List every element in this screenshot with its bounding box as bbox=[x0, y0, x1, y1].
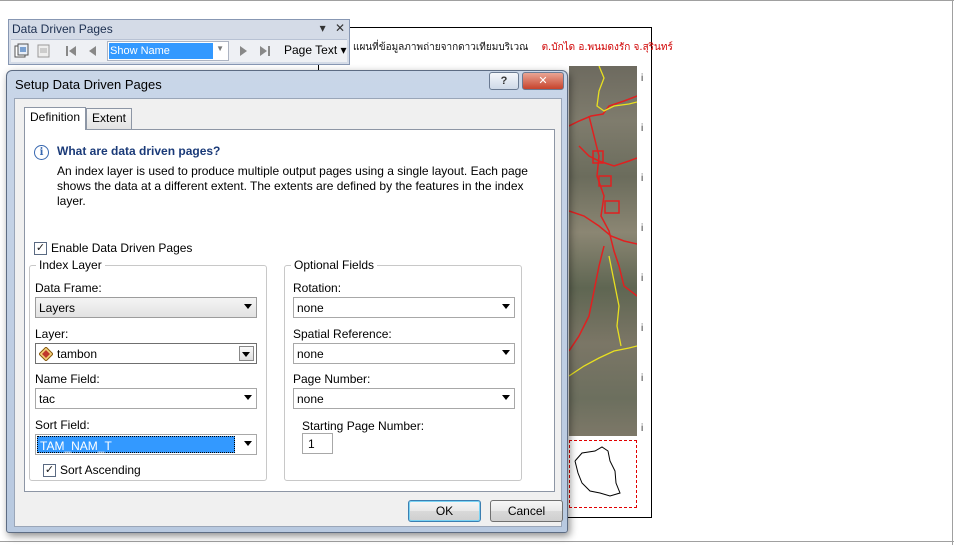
enable-data-driven-pages-label[interactable]: Enable Data Driven Pages bbox=[51, 241, 192, 255]
sort-ascending-checkbox[interactable]: ✓ bbox=[43, 464, 56, 477]
toolbar-window-controls: ▾ ✕ bbox=[320, 21, 345, 35]
map-side-marker: i bbox=[641, 273, 644, 284]
data-frame-select[interactable]: Layers bbox=[35, 297, 257, 318]
data-frame-label: Data Frame: bbox=[35, 281, 102, 295]
sort-field-label: Sort Field: bbox=[35, 418, 90, 432]
optional-fields-group: Optional Fields Rotation: none Spatial R… bbox=[284, 258, 522, 481]
chevron-down-icon bbox=[242, 352, 250, 357]
map-side-marker: i bbox=[641, 323, 644, 334]
name-field-label: Name Field: bbox=[35, 372, 100, 386]
map-side-marker: i bbox=[641, 373, 644, 384]
window-edge-top bbox=[0, 0, 954, 1]
name-field-value: tac bbox=[39, 392, 56, 406]
help-button[interactable]: ? bbox=[489, 72, 519, 90]
page-number-select[interactable]: none bbox=[293, 388, 515, 409]
sort-ascending-label[interactable]: Sort Ascending bbox=[60, 463, 141, 477]
chevron-down-icon bbox=[502, 395, 510, 400]
spatial-reference-select[interactable]: none bbox=[293, 343, 515, 364]
sort-field-select[interactable]: TAM_NAM_T bbox=[35, 434, 257, 455]
toolbar-options-dropdown[interactable]: ▾ bbox=[320, 21, 326, 35]
dialog-title: Setup Data Driven Pages bbox=[15, 77, 162, 92]
layer-dropdown-button[interactable] bbox=[239, 346, 254, 361]
index-layer-legend: Index Layer bbox=[36, 258, 105, 272]
map-overlay bbox=[569, 66, 637, 377]
tab-extent[interactable]: Extent bbox=[86, 108, 133, 129]
last-page-icon[interactable] bbox=[257, 43, 273, 59]
inset-map[interactable] bbox=[569, 440, 637, 508]
map-side-marker: i bbox=[641, 423, 644, 434]
chevron-down-icon bbox=[244, 395, 252, 400]
map-side-marker: i bbox=[641, 223, 644, 234]
toolbar-close-icon[interactable]: ✕ bbox=[335, 21, 345, 35]
starting-page-number-input[interactable]: 1 bbox=[302, 433, 333, 454]
satellite-map-image[interactable] bbox=[569, 66, 637, 436]
optional-fields-legend: Optional Fields bbox=[291, 258, 378, 272]
definition-tab-panel: i What are data driven pages? An index l… bbox=[24, 129, 555, 492]
window-edge-right bbox=[952, 0, 953, 545]
chevron-down-icon bbox=[502, 304, 510, 309]
previous-page-icon[interactable] bbox=[85, 43, 101, 59]
map-side-marker: i bbox=[641, 123, 644, 134]
chevron-down-icon bbox=[244, 304, 252, 309]
map-title-text: แผนที่ข้อมูลภาพถ่ายจากดาวเทียมบริเวณ bbox=[353, 42, 529, 53]
info-icon: i bbox=[34, 145, 49, 160]
page-text-label: Page Text bbox=[284, 43, 338, 57]
info-description: An index layer is used to produce multip… bbox=[57, 164, 528, 208]
data-frame-value: Layers bbox=[39, 301, 76, 315]
rotation-select[interactable]: none bbox=[293, 297, 515, 318]
name-field-select[interactable]: tac bbox=[35, 388, 257, 409]
window-edge-bottom bbox=[0, 541, 954, 542]
map-side-marker: i bbox=[641, 73, 644, 84]
page-number-label: Page Number: bbox=[293, 372, 371, 386]
data-driven-pages-toolbar[interactable]: Data Driven Pages ▾ ✕ Show Name ▼ Page T… bbox=[8, 19, 350, 65]
map-side-marker: i bbox=[641, 173, 644, 184]
ok-button[interactable]: OK bbox=[408, 500, 481, 522]
rotation-value: none bbox=[297, 301, 324, 315]
sort-field-value: TAM_NAM_T bbox=[37, 436, 235, 453]
layer-select[interactable]: tambon bbox=[35, 343, 257, 364]
map-title: แผนที่ข้อมูลภาพถ่ายจากดาวเทียมบริเวณ ต.บ… bbox=[353, 40, 673, 55]
toolbar-body: Show Name ▼ Page Text ▾ bbox=[11, 39, 347, 62]
inset-polygon bbox=[574, 446, 621, 497]
setup-pages-icon[interactable] bbox=[14, 43, 30, 59]
starting-page-number-label: Starting Page Number: bbox=[302, 419, 425, 433]
map-subtitle: ต.บักได อ.พนมดงรัก จ.สุรินทร์ bbox=[541, 42, 673, 53]
toolbar-title: Data Driven Pages bbox=[12, 22, 113, 36]
export-pages-icon[interactable] bbox=[36, 43, 52, 59]
page-number-value: none bbox=[297, 392, 324, 406]
page-text-menu[interactable]: Page Text ▾ bbox=[284, 43, 347, 57]
spatial-reference-value: none bbox=[297, 347, 324, 361]
index-layer-group: Index Layer Data Frame: Layers Layer: ta… bbox=[29, 258, 267, 481]
tab-definition[interactable]: Definition bbox=[24, 107, 87, 130]
close-button[interactable]: ✕ bbox=[522, 72, 564, 90]
layer-label: Layer: bbox=[35, 327, 69, 341]
page-selector-combo[interactable]: Show Name ▼ bbox=[107, 41, 229, 61]
page-text-dropdown-icon: ▾ bbox=[340, 43, 347, 57]
info-heading: What are data driven pages? bbox=[57, 144, 221, 158]
enable-data-driven-pages-checkbox[interactable]: ✓ bbox=[34, 242, 47, 255]
dialog-client-area: Definition Extent i What are data driven… bbox=[14, 98, 563, 527]
chevron-down-icon bbox=[244, 441, 252, 446]
chevron-down-icon[interactable]: ▼ bbox=[216, 44, 224, 53]
cancel-button[interactable]: Cancel bbox=[490, 500, 563, 522]
page-selector-value: Show Name bbox=[109, 43, 213, 59]
chevron-down-icon bbox=[502, 350, 510, 355]
next-page-icon[interactable] bbox=[235, 43, 251, 59]
rotation-label: Rotation: bbox=[293, 281, 342, 295]
layer-value: tambon bbox=[57, 347, 98, 361]
spatial-reference-label: Spatial Reference: bbox=[293, 327, 392, 341]
setup-data-driven-pages-dialog[interactable]: Setup Data Driven Pages ? ✕ Definition E… bbox=[6, 70, 568, 533]
first-page-icon[interactable] bbox=[63, 43, 79, 59]
polygon-layer-icon bbox=[39, 347, 53, 361]
